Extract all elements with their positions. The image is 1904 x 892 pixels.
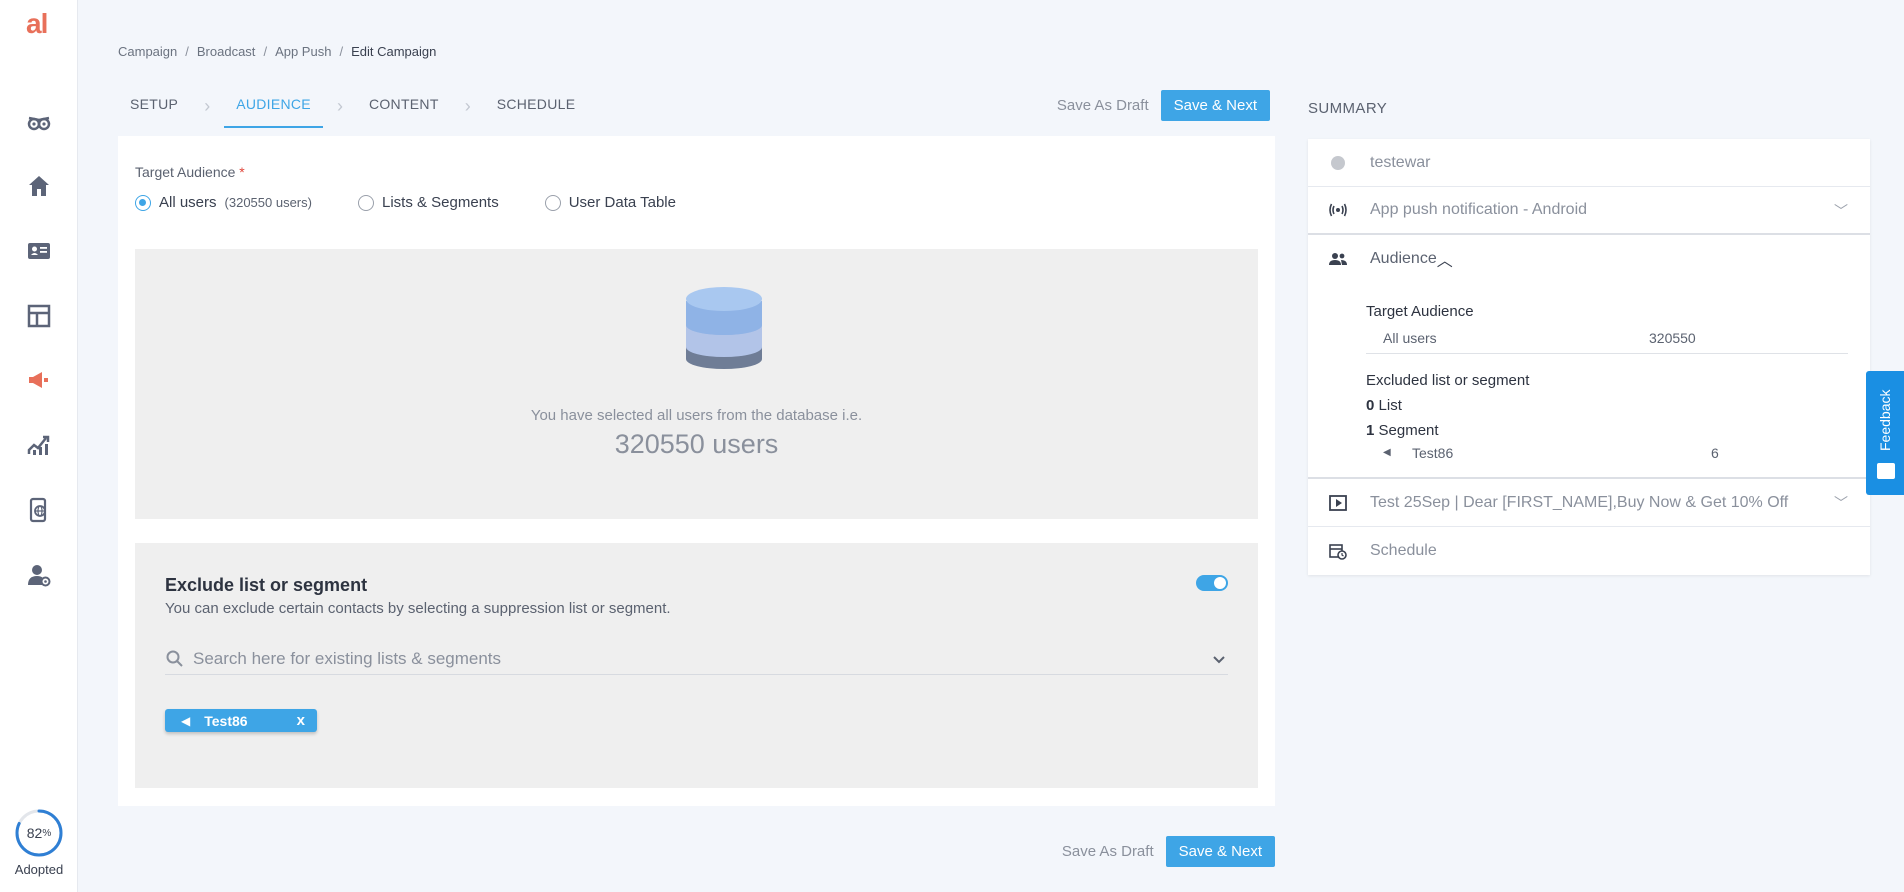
calendar-clock-icon: [1328, 542, 1348, 560]
radio-dot[interactable]: [357, 194, 374, 211]
users-icon: [1328, 252, 1348, 266]
chip-remove-button[interactable]: x: [297, 712, 305, 729]
save-as-draft-button[interactable]: Save As Draft: [1057, 97, 1149, 114]
app-logo[interactable]: al: [26, 8, 48, 40]
target-audience-label: Target Audience *: [135, 164, 245, 180]
breadcrumb-separator: /: [185, 44, 189, 59]
all-users-count: 320550 users: [614, 429, 779, 459]
summary-target-row: All users 320550: [1366, 320, 1848, 354]
exclude-search[interactable]: [165, 643, 1228, 675]
exclude-panel: Exclude list or segment You can exclude …: [135, 543, 1258, 788]
breadcrumb-app-push[interactable]: App Push: [275, 44, 331, 59]
summary-channel[interactable]: App push notification - Android ﹀: [1308, 187, 1870, 235]
summary-audience-body: Target Audience All users 320550 Exclude…: [1308, 283, 1870, 479]
chevron-down-icon[interactable]: ﹀: [1834, 493, 1848, 513]
summary-segment-item: ◀ Test86 6: [1383, 445, 1719, 461]
breadcrumb-campaign[interactable]: Campaign: [118, 44, 177, 59]
save-next-button[interactable]: Save & Next: [1160, 90, 1270, 121]
adoption-widget[interactable]: 82% Adopted: [12, 808, 66, 877]
audience-options: All users (320550 users) Lists & Segment…: [135, 194, 676, 211]
mobile-web-icon[interactable]: [24, 495, 54, 525]
home-icon[interactable]: [24, 171, 54, 201]
chevron-right-icon: ›: [336, 95, 343, 116]
summary-list-count: 0 List: [1366, 397, 1402, 414]
summary-title: SUMMARY: [1308, 100, 1388, 117]
chip-label: Test86: [204, 712, 248, 729]
feedback-icon: [1877, 463, 1895, 479]
chevron-down-icon[interactable]: ﹀: [1834, 201, 1848, 221]
breadcrumb-current: Edit Campaign: [351, 44, 437, 59]
owl-icon[interactable]: [24, 108, 54, 138]
radio-dot[interactable]: [544, 194, 561, 211]
top-actions: Save As Draft Save & Next: [1057, 90, 1270, 121]
bottom-actions: Save As Draft Save & Next: [1062, 836, 1275, 867]
chevron-right-icon: ›: [464, 95, 471, 116]
feedback-tab[interactable]: Feedback: [1866, 371, 1904, 495]
tab-schedule[interactable]: SCHEDULE: [485, 86, 588, 126]
summary-segment-count: 1 Segment: [1366, 422, 1439, 439]
search-icon: [166, 650, 183, 667]
summary-content[interactable]: Test 25Sep | Dear [FIRST_NAME],Buy Now &…: [1308, 479, 1870, 527]
chevron-down-icon[interactable]: [1210, 650, 1228, 668]
save-as-draft-button[interactable]: Save As Draft: [1062, 843, 1154, 860]
radio-user-data-table[interactable]: User Data Table: [544, 194, 676, 211]
breadcrumb: Campaign / Broadcast / App Push / Edit C…: [118, 44, 436, 59]
wizard-tabs: SETUP › AUDIENCE › CONTENT › SCHEDULE: [118, 86, 588, 128]
adoption-percent: 82%: [26, 825, 52, 841]
play-icon: [1328, 494, 1348, 511]
adoption-progress-ring: 82%: [14, 808, 64, 858]
segment-icon: ◀: [181, 713, 191, 728]
summary-excluded-heading: Excluded list or segment: [1366, 372, 1530, 389]
feedback-label: Feedback: [1877, 389, 1893, 451]
adoption-label: Adopted: [14, 862, 64, 877]
audience-card: Target Audience * All users (320550 user…: [118, 136, 1275, 806]
tab-setup[interactable]: SETUP: [118, 86, 190, 126]
exclude-toggle[interactable]: [1196, 575, 1228, 591]
all-users-panel: You have selected all users from the dat…: [135, 249, 1258, 519]
save-next-button[interactable]: Save & Next: [1165, 836, 1275, 867]
chevron-right-icon: ›: [204, 95, 211, 116]
exclude-description: You can exclude certain contacts by sele…: [165, 600, 671, 617]
radio-lists-segments[interactable]: Lists & Segments: [357, 194, 499, 211]
database-icon: [684, 285, 764, 376]
contact-card-icon[interactable]: [24, 236, 54, 266]
user-settings-icon[interactable]: [24, 560, 54, 590]
all-users-description: You have selected all users from the dat…: [530, 407, 863, 424]
breadcrumb-broadcast[interactable]: Broadcast: [197, 44, 256, 59]
layout-icon[interactable]: [24, 301, 54, 331]
exclude-title: Exclude list or segment: [165, 575, 368, 595]
broadcast-icon: [1328, 202, 1348, 218]
excluded-segment-chip: ◀ Test86 x: [165, 709, 317, 732]
summary-schedule[interactable]: Schedule: [1308, 527, 1870, 575]
chevron-up-icon[interactable]: ︿: [1437, 247, 1453, 271]
segment-icon: ◀: [1383, 447, 1391, 458]
summary-target-heading: Target Audience: [1366, 303, 1474, 320]
megaphone-icon[interactable]: [24, 365, 54, 395]
radio-dot[interactable]: [135, 194, 151, 211]
exclude-search-input[interactable]: [193, 648, 1210, 669]
analytics-icon[interactable]: [24, 430, 54, 460]
summary-panel: testewar App push notification - Android…: [1308, 139, 1870, 575]
status-dot-icon: [1328, 155, 1348, 170]
breadcrumb-separator: /: [263, 44, 268, 59]
tab-audience[interactable]: AUDIENCE: [224, 86, 323, 128]
tab-content[interactable]: CONTENT: [357, 86, 451, 126]
radio-all-users[interactable]: All users (320550 users): [135, 194, 312, 211]
sidebar: al 82% Adopted: [0, 0, 78, 892]
summary-campaign-name: testewar: [1308, 139, 1870, 187]
breadcrumb-separator: /: [339, 44, 344, 59]
summary-audience-header[interactable]: Audience ︿: [1308, 235, 1870, 283]
